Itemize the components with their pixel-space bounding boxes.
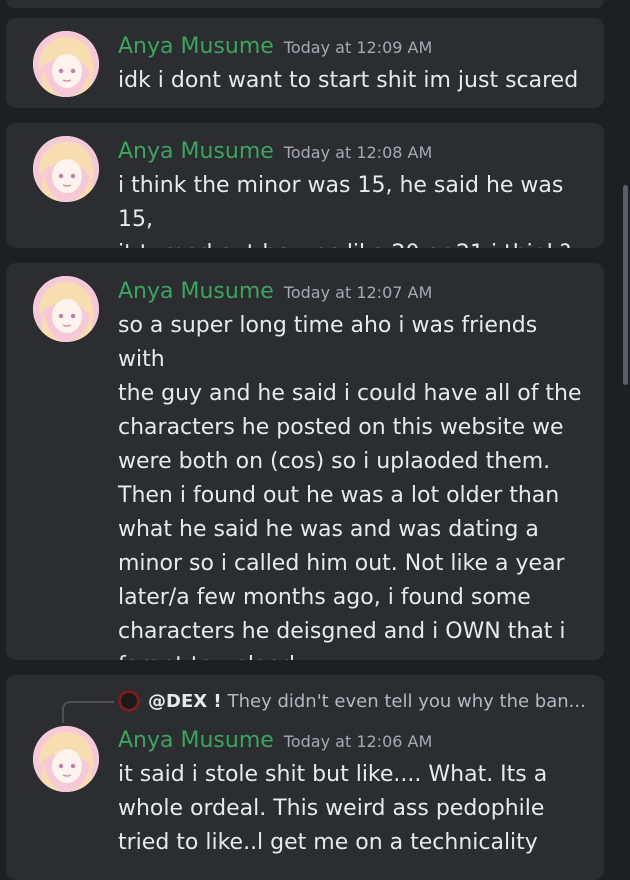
avatar[interactable] xyxy=(33,276,99,342)
reply-connector xyxy=(62,701,114,723)
timestamp: Today at 12:06 AM xyxy=(283,732,433,751)
reply-preview[interactable]: @DEX ! They didn't even tell you why the… xyxy=(118,687,586,715)
message-card[interactable]: @DEX ! They didn't even tell you why the… xyxy=(6,675,604,880)
timestamp: Today at 12:08 AM xyxy=(283,143,433,162)
author-name[interactable]: Anya Musume xyxy=(118,728,274,753)
avatar[interactable] xyxy=(33,726,99,792)
reply-avatar[interactable] xyxy=(118,690,140,712)
timestamp: Today at 12:07 AM xyxy=(283,283,433,302)
timestamp: Today at 12:09 AM xyxy=(283,38,433,57)
message-card[interactable]: Anya Musume Today at 12:09 AM idk i dont … xyxy=(6,18,604,108)
previous-message-card xyxy=(6,0,604,8)
avatar[interactable] xyxy=(33,136,99,202)
message-text: so a super long time aho i was friends w… xyxy=(118,313,582,660)
message-header: Anya Musume Today at 12:06 AM xyxy=(118,728,432,753)
reply-text[interactable]: They didn't even tell you why the ban... xyxy=(228,691,586,712)
message-header: Anya Musume Today at 12:08 AM xyxy=(118,139,432,164)
message-header: Anya Musume Today at 12:07 AM xyxy=(118,279,432,304)
avatar[interactable] xyxy=(33,31,99,97)
message-card[interactable]: Anya Musume Today at 12:08 AM i think the… xyxy=(6,123,604,248)
author-name[interactable]: Anya Musume xyxy=(118,279,274,304)
author-name[interactable]: Anya Musume xyxy=(118,34,274,59)
message-card[interactable]: Anya Musume Today at 12:07 AM so a super … xyxy=(6,263,604,660)
message-header: Anya Musume Today at 12:09 AM xyxy=(118,34,432,59)
scrollbar-thumb[interactable] xyxy=(623,185,628,385)
message-text: idk i dont want to start shit im just sc… xyxy=(118,68,579,93)
author-name[interactable]: Anya Musume xyxy=(118,139,274,164)
message-text: i think the minor was 15, he said he was… xyxy=(118,173,571,248)
message-text: it said i stole shit but like.... What. … xyxy=(118,762,548,855)
reply-username[interactable]: @DEX ! xyxy=(148,691,222,712)
